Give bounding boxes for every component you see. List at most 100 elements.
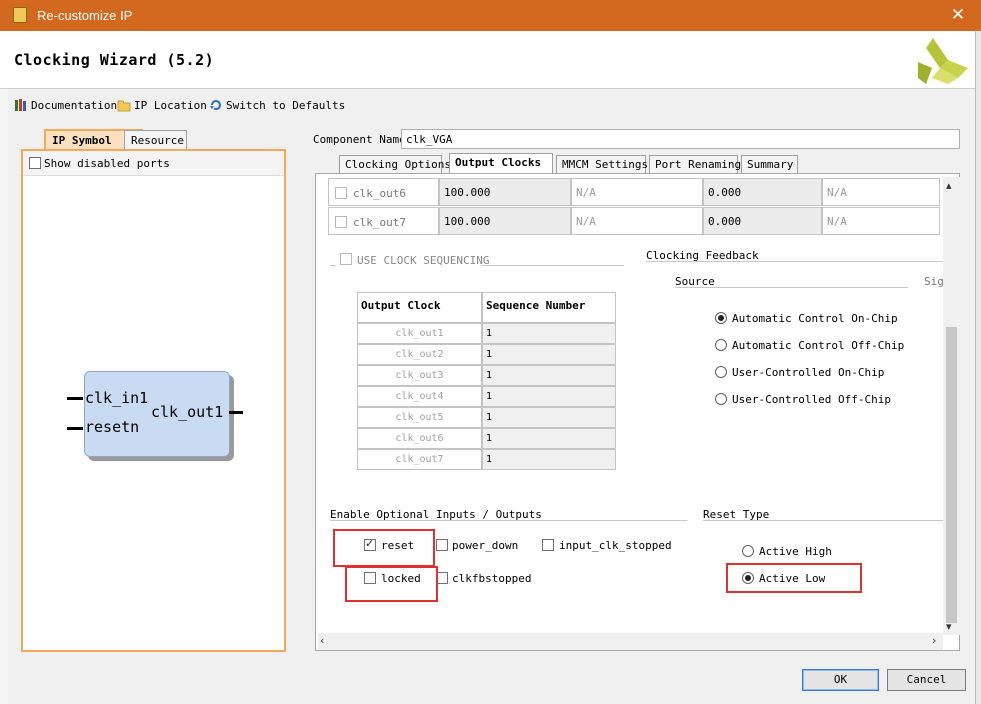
- books-icon: [15, 99, 26, 111]
- tab-resource[interactable]: Resource: [124, 130, 187, 150]
- documentation-link[interactable]: Documentation: [14, 97, 117, 113]
- ip-location-label: IP Location: [134, 98, 207, 112]
- seq-clk-out1: clk_out1: [357, 323, 482, 344]
- seq-clk-out4: clk_out4: [357, 386, 482, 407]
- seq-clk-out6: clk_out6: [357, 428, 482, 449]
- divider: [646, 261, 943, 262]
- clk-out6-actual: N/A: [571, 178, 703, 206]
- power-down-checkbox[interactable]: [436, 539, 448, 551]
- clk-out7-actual: N/A: [571, 207, 703, 235]
- radio-active-high[interactable]: [742, 545, 754, 557]
- seq-clk-out3: clk_out3: [357, 365, 482, 386]
- seq-value-4[interactable]: 1: [482, 386, 616, 407]
- background-window-edge-left: [0, 89, 8, 704]
- wizard-header: Clocking Wizard (5.2): [0, 31, 975, 89]
- input-clk-stopped-label: input_clk_stopped: [559, 539, 672, 552]
- clk-out7-checkbox[interactable]: [335, 216, 347, 228]
- scroll-left-icon[interactable]: ‹: [320, 634, 324, 647]
- scroll-up-icon[interactable]: ▴: [946, 179, 952, 192]
- app-icon: [13, 7, 27, 23]
- power-down-label: power_down: [452, 539, 519, 552]
- show-disabled-ports-checkbox[interactable]: [29, 157, 41, 169]
- clkfbstopped-label: clkfbstopped: [452, 572, 532, 585]
- seq-value-2[interactable]: 1: [482, 344, 616, 365]
- clk-out6-actual-phase: N/A: [822, 178, 940, 206]
- scroll-right-icon[interactable]: ›: [932, 634, 936, 647]
- background-window-edge: [975, 31, 981, 704]
- show-disabled-ports-label: Show disabled ports: [44, 157, 170, 170]
- table-row: clk_out7: [328, 207, 439, 235]
- table-row: clk_out6: [328, 178, 439, 206]
- seq-header-output-clock: Output Clock: [357, 292, 482, 323]
- label-auto-off-chip: Automatic Control Off-Chip: [732, 339, 905, 352]
- component-name-label: Component Name: [313, 133, 406, 146]
- vertical-scroll-thumb[interactable]: [946, 327, 957, 623]
- clk-out7-freq-input[interactable]: 100.000: [439, 207, 571, 235]
- clk-out6-phase-input[interactable]: 0.000: [703, 178, 822, 206]
- seq-value-5[interactable]: 1: [482, 407, 616, 428]
- port-clk-in1: clk_in1: [85, 389, 149, 407]
- seq-value-7[interactable]: 1: [482, 449, 616, 470]
- close-icon[interactable]: ✕: [946, 4, 970, 26]
- seq-clk-out7: clk_out7: [357, 449, 482, 470]
- switch-defaults-label: Switch to Defaults: [226, 98, 346, 112]
- port-pin-clk-out1: [229, 411, 243, 414]
- divider: [481, 265, 624, 266]
- clk-out6-name: clk_out6: [353, 187, 406, 200]
- use-clock-sequencing-checkbox[interactable]: [340, 253, 352, 265]
- highlight-box-locked: [345, 566, 438, 602]
- divider: [330, 520, 687, 521]
- folder-icon: [117, 100, 131, 112]
- ok-button[interactable]: OK: [802, 669, 879, 691]
- clk-out6-checkbox[interactable]: [335, 187, 347, 199]
- window-title: Re-customize IP: [37, 8, 133, 23]
- seq-header-sequence-number: Sequence Number: [482, 292, 616, 323]
- documentation-label: Documentation: [31, 98, 118, 112]
- xilinx-logo-icon: [918, 38, 968, 84]
- title-bar: Re-customize IP ✕: [0, 0, 981, 31]
- port-pin-resetn: [67, 427, 83, 430]
- refresh-icon: [210, 100, 221, 111]
- port-resetn: resetn: [85, 418, 140, 436]
- ip-symbol-panel: Show disabled ports clk_in1 resetn clk_o…: [21, 149, 286, 652]
- label-active-high: Active High: [759, 545, 832, 558]
- tab-mmcm-settings[interactable]: MMCM Settings: [556, 155, 648, 174]
- seq-value-3[interactable]: 1: [482, 365, 616, 386]
- label-user-off-chip: User-Controlled Off-Chip: [732, 393, 891, 406]
- horizontal-scrollbar[interactable]: [318, 633, 943, 650]
- seq-value-1[interactable]: 1: [482, 323, 616, 344]
- component-name-input[interactable]: clk_VGA: [401, 129, 960, 149]
- label-auto-on-chip: Automatic Control On-Chip: [732, 312, 898, 325]
- seq-clk-out5: clk_out5: [357, 407, 482, 428]
- port-clk-out1: clk_out1: [151, 403, 224, 421]
- radio-auto-on-chip[interactable]: [715, 312, 727, 324]
- tab-summary[interactable]: Summary: [741, 155, 798, 174]
- radio-user-on-chip[interactable]: [715, 366, 727, 378]
- cancel-button[interactable]: Cancel: [887, 669, 966, 691]
- highlight-box-active-low: [726, 563, 862, 593]
- clk-out6-freq-input[interactable]: 100.000: [439, 178, 571, 206]
- divider: [675, 287, 908, 288]
- wizard-title: Clocking Wizard (5.2): [14, 51, 215, 69]
- feedback-signal-label: Sig: [924, 275, 944, 288]
- tab-clocking-options[interactable]: Clocking Options: [339, 155, 451, 174]
- clk-out7-phase-input[interactable]: 0.000: [703, 207, 822, 235]
- ip-location-link[interactable]: IP Location: [117, 97, 207, 113]
- highlight-box-reset: [333, 529, 435, 567]
- divider: [330, 265, 336, 266]
- clk-out7-actual-phase: N/A: [822, 207, 940, 235]
- seq-value-6[interactable]: 1: [482, 428, 616, 449]
- label-user-on-chip: User-Controlled On-Chip: [732, 366, 885, 379]
- port-pin-clk-in1: [67, 397, 83, 400]
- divider: [703, 520, 943, 521]
- seq-clk-out2: clk_out2: [357, 344, 482, 365]
- tab-port-renaming[interactable]: Port Renaming: [649, 155, 741, 174]
- switch-defaults-link[interactable]: Switch to Defaults: [209, 97, 345, 113]
- input-clk-stopped-checkbox[interactable]: [542, 539, 554, 551]
- radio-auto-off-chip[interactable]: [715, 339, 727, 351]
- tab-output-clocks[interactable]: Output Clocks: [449, 153, 553, 174]
- clk-out7-name: clk_out7: [353, 216, 406, 229]
- use-clock-sequencing-label: USE CLOCK SEQUENCING: [357, 254, 490, 267]
- scroll-down-icon[interactable]: ▾: [946, 620, 952, 633]
- radio-user-off-chip[interactable]: [715, 393, 727, 405]
